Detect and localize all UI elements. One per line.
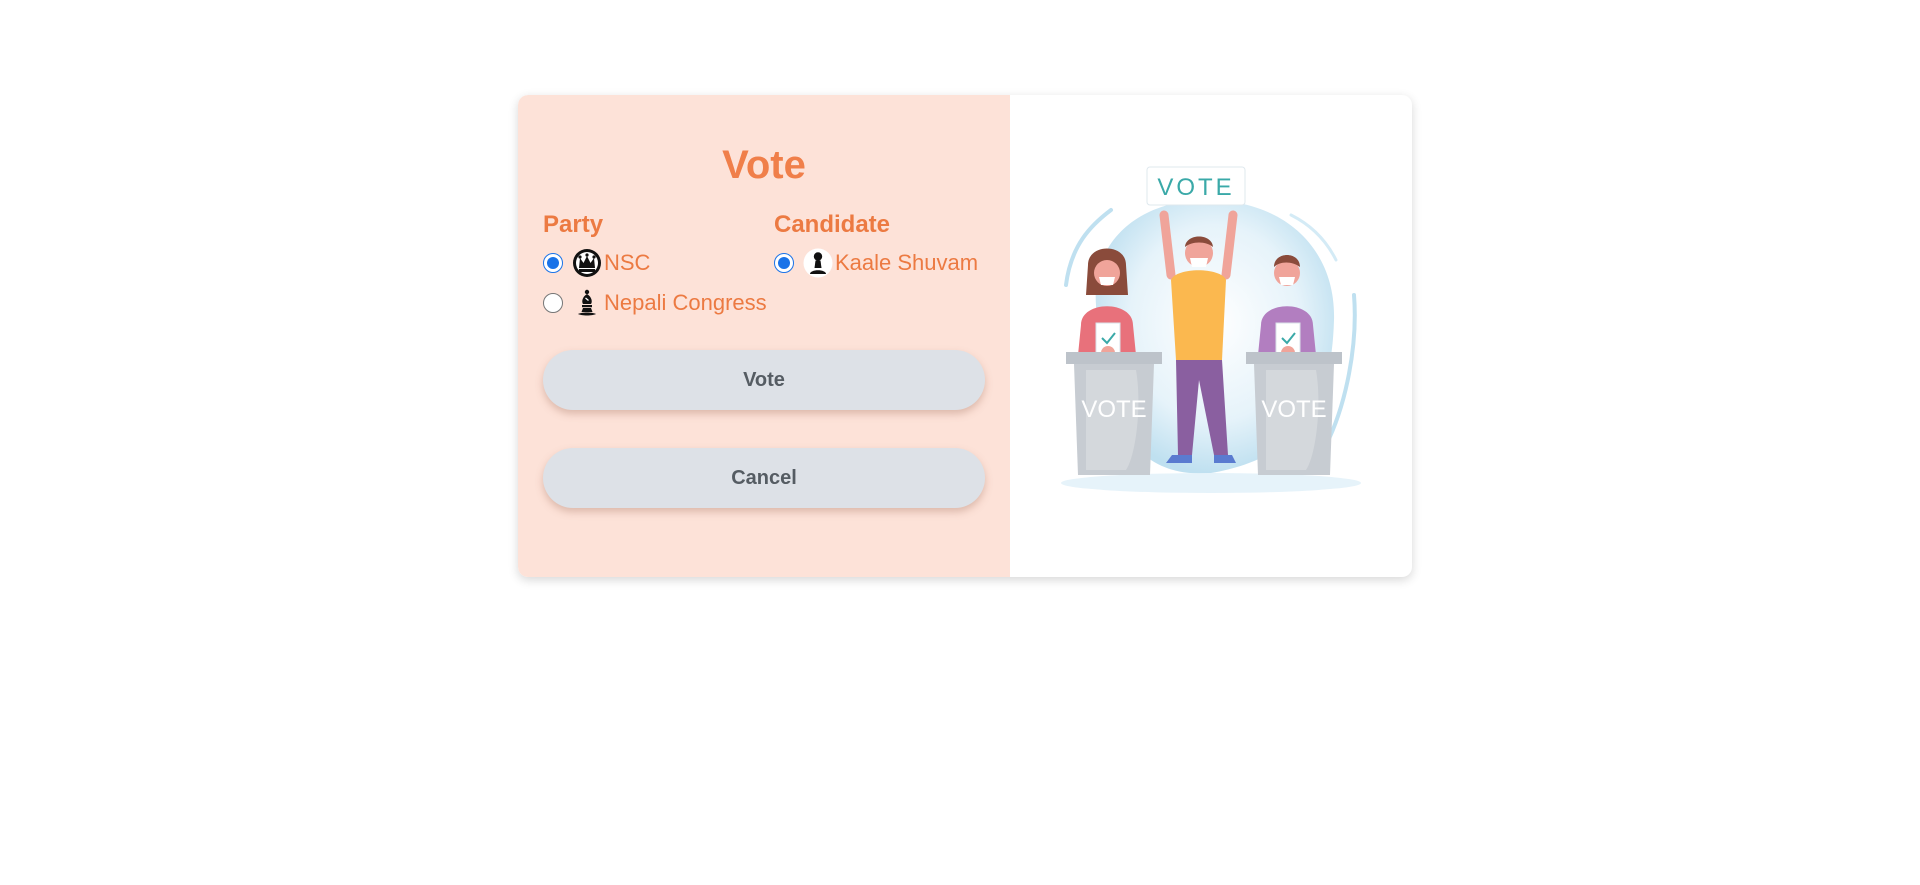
party-radio-nsc[interactable] <box>543 253 563 273</box>
party-option-nepali-congress[interactable]: Nepali Congress <box>543 287 774 319</box>
vote-form: Vote Party NSC Nepali Congress Candidate… <box>518 95 1010 577</box>
candidate-label-kaale-shuvam: Kaale Shuvam <box>835 250 979 275</box>
vote-button[interactable]: Vote <box>543 350 985 410</box>
cancel-button[interactable]: Cancel <box>543 448 985 508</box>
vote-card: Vote Party NSC Nepali Congress Candidate… <box>518 95 1412 577</box>
party-radio-nepali-congress[interactable] <box>543 293 563 313</box>
voting-illustration-pane: VOTE VOTE VOTE <box>1010 95 1412 577</box>
party-label-nepali-congress: Nepali Congress <box>604 290 767 315</box>
ballot-box-right-text: VOTE <box>1261 396 1326 423</box>
ballot-box-left-text: VOTE <box>1081 396 1146 423</box>
party-option-nsc[interactable]: NSC <box>543 247 774 279</box>
sign-text: VOTE <box>1157 174 1234 201</box>
party-group: Party NSC Nepali Congress <box>543 212 774 327</box>
candidate-heading: Candidate <box>774 211 891 238</box>
candidate-group: Candidate Kaale Shuvam <box>774 212 985 327</box>
bishop-emblem-icon <box>571 287 603 319</box>
voting-illustration: VOTE VOTE VOTE <box>1061 166 1361 493</box>
crown-emblem-icon <box>571 247 603 279</box>
party-heading: Party <box>543 211 604 238</box>
selection-groups: Party NSC Nepali Congress Candidate Kaal… <box>543 212 985 327</box>
form-title: Vote <box>722 143 806 187</box>
candidate-radio-kaale-shuvam[interactable] <box>774 253 794 273</box>
pawn-icon <box>802 247 834 279</box>
candidate-option-kaale-shuvam[interactable]: Kaale Shuvam <box>774 247 985 279</box>
party-label-nsc: NSC <box>604 250 651 275</box>
